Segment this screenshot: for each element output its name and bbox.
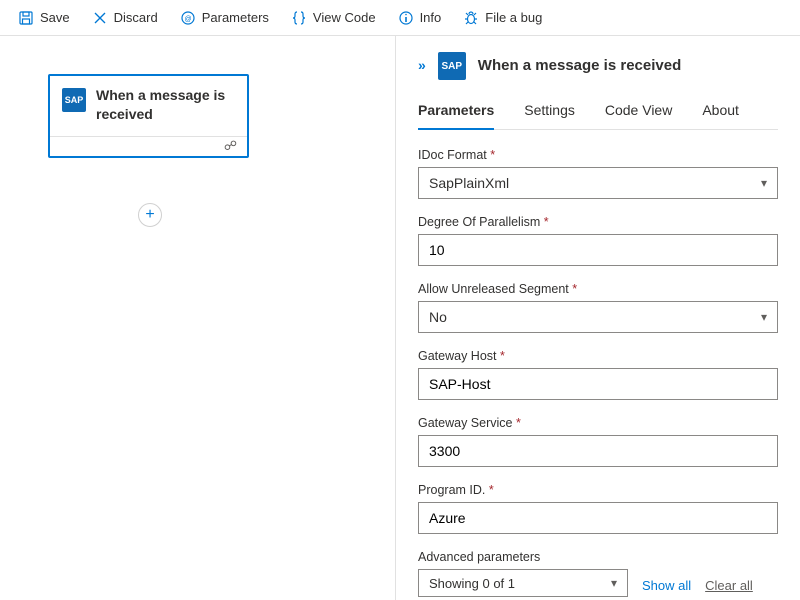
- node-footer: ☍: [50, 136, 247, 156]
- info-label: Info: [420, 10, 442, 25]
- idoc-format-select[interactable]: SapPlainXml ▾: [418, 167, 778, 199]
- panel-header: » SAP When a message is received: [418, 50, 778, 80]
- chevron-down-icon: ▾: [761, 310, 767, 324]
- advanced-label: Advanced parameters: [418, 550, 628, 564]
- field-allow-unreleased: Allow Unreleased Segment * No ▾: [418, 282, 778, 333]
- info-button[interactable]: Info: [388, 6, 452, 30]
- parameters-label: Parameters: [202, 10, 269, 25]
- view-code-button[interactable]: View Code: [281, 6, 386, 30]
- advanced-parameters-row: Advanced parameters Showing 0 of 1 ▾ Sho…: [418, 550, 778, 597]
- field-gateway-host: Gateway Host *: [418, 349, 778, 400]
- advanced-select[interactable]: Showing 0 of 1 ▾: [418, 569, 628, 597]
- gateway-host-input[interactable]: [418, 368, 778, 400]
- discard-button[interactable]: Discard: [82, 6, 168, 30]
- parameters-button[interactable]: @ Parameters: [170, 6, 279, 30]
- workspace: SAP When a message is received ☍ + » SAP…: [0, 36, 800, 600]
- panel-tabs: Parameters Settings Code View About: [418, 96, 778, 130]
- allow-unreleased-select[interactable]: No ▾: [418, 301, 778, 333]
- file-bug-label: File a bug: [485, 10, 542, 25]
- clear-all-link[interactable]: Clear all: [705, 578, 753, 597]
- connection-icon[interactable]: ☍: [224, 138, 237, 154]
- sap-icon: SAP: [62, 88, 86, 112]
- close-icon: [92, 10, 108, 26]
- node-header: SAP When a message is received: [50, 76, 247, 136]
- program-id-label: Program ID. *: [418, 483, 778, 497]
- svg-text:@: @: [184, 16, 191, 23]
- field-program-id: Program ID. *: [418, 483, 778, 534]
- parameters-icon: @: [180, 10, 196, 26]
- program-id-input[interactable]: [418, 502, 778, 534]
- chevron-down-icon: ▾: [611, 576, 617, 590]
- trigger-node[interactable]: SAP When a message is received ☍: [48, 74, 249, 158]
- field-idoc-format: IDoc Format * SapPlainXml ▾: [418, 148, 778, 199]
- idoc-format-label: IDoc Format *: [418, 148, 778, 162]
- chevron-down-icon: ▾: [761, 176, 767, 190]
- field-gateway-service: Gateway Service *: [418, 416, 778, 467]
- parallelism-input[interactable]: [418, 234, 778, 266]
- allow-unreleased-label: Allow Unreleased Segment *: [418, 282, 778, 296]
- bug-icon: [463, 10, 479, 26]
- tab-about[interactable]: About: [702, 96, 739, 129]
- parallelism-label: Degree Of Parallelism *: [418, 215, 778, 229]
- save-label: Save: [40, 10, 70, 25]
- view-code-label: View Code: [313, 10, 376, 25]
- save-icon: [18, 10, 34, 26]
- info-icon: [398, 10, 414, 26]
- tab-code-view[interactable]: Code View: [605, 96, 672, 129]
- discard-label: Discard: [114, 10, 158, 25]
- tab-settings[interactable]: Settings: [524, 96, 575, 129]
- gateway-host-label: Gateway Host *: [418, 349, 778, 363]
- panel-title: When a message is received: [478, 57, 681, 74]
- advanced-parameters-field: Advanced parameters Showing 0 of 1 ▾: [418, 550, 628, 597]
- field-parallelism: Degree Of Parallelism *: [418, 215, 778, 266]
- add-step-button[interactable]: +: [138, 203, 162, 227]
- gateway-service-input[interactable]: [418, 435, 778, 467]
- tab-parameters[interactable]: Parameters: [418, 96, 494, 130]
- file-bug-button[interactable]: File a bug: [453, 6, 552, 30]
- sap-icon: SAP: [438, 52, 466, 80]
- canvas: SAP When a message is received ☍ +: [0, 36, 395, 600]
- node-title: When a message is received: [96, 86, 235, 124]
- braces-icon: [291, 10, 307, 26]
- toolbar: Save Discard @ Parameters View Code Info…: [0, 0, 800, 36]
- show-all-link[interactable]: Show all: [642, 578, 691, 597]
- save-button[interactable]: Save: [8, 6, 80, 30]
- gateway-service-label: Gateway Service *: [418, 416, 778, 430]
- details-panel: » SAP When a message is received Paramet…: [395, 36, 800, 600]
- collapse-icon[interactable]: »: [418, 57, 426, 73]
